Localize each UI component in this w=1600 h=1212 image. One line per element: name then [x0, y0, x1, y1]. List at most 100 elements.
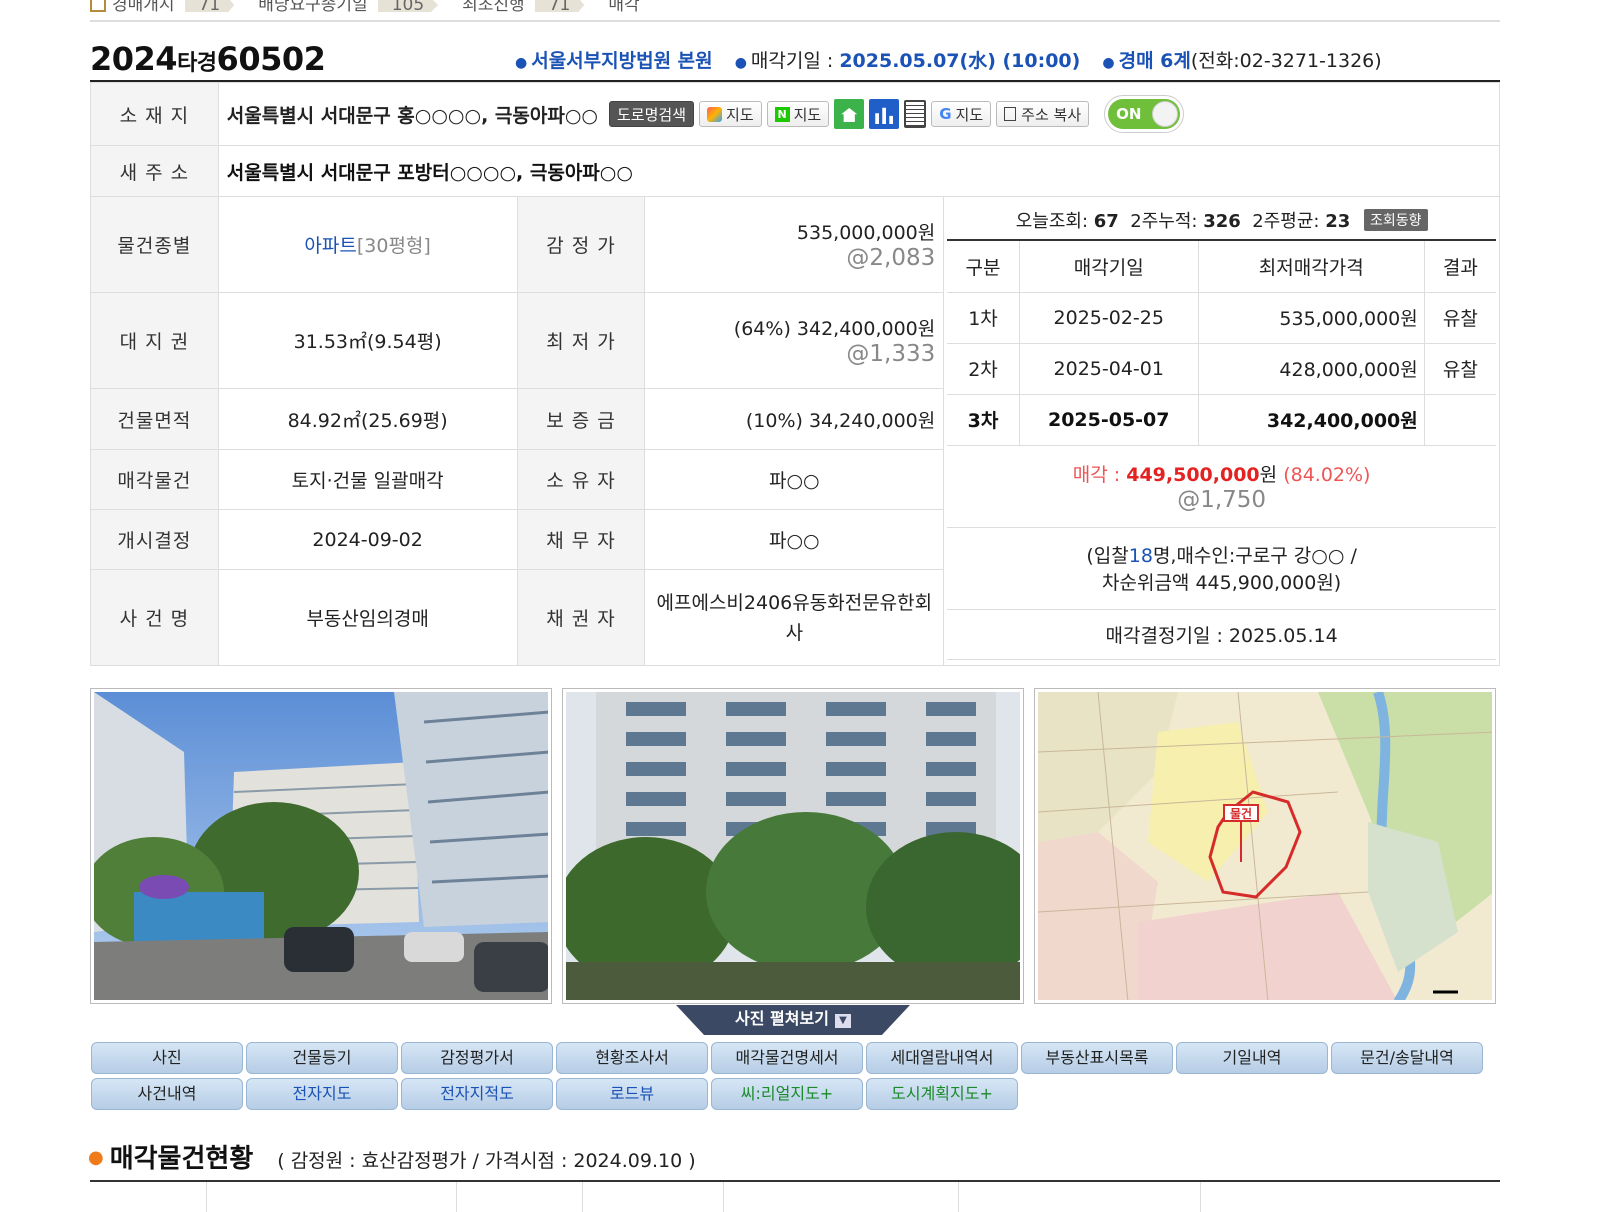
divider	[958, 1182, 959, 1212]
property-photo-1[interactable]	[90, 688, 552, 1004]
expand-photos-button[interactable]: 사진 펼쳐보기 ▼	[676, 1005, 910, 1035]
table-row: 1차 2025-02-25 535,000,000원 유찰	[947, 291, 1496, 344]
rounds-header: 구분 매각기일 최저매각가격 결과	[947, 241, 1496, 293]
appraisal-label: 감 정 가	[516, 196, 646, 293]
location-address: 서울특별시 서대문구 홍○○○○, 극동아파○○	[226, 104, 598, 127]
case-name-label: 사 건 명	[90, 569, 219, 666]
debtor-value: 파○○	[644, 509, 945, 570]
type-value: 아파트[30평형]	[217, 196, 518, 293]
land-value: 31.53㎡(9.54평)	[217, 292, 518, 389]
owner-label: 소 유 자	[516, 449, 646, 510]
table-row: 3차 2025-05-07 342,400,000원	[947, 393, 1496, 446]
bullet-icon: ●	[515, 55, 528, 71]
tab-photos[interactable]: 사진	[91, 1042, 243, 1074]
land-label: 대 지 권	[90, 292, 219, 389]
calculator-icon[interactable]	[904, 100, 927, 128]
location-label: 소 재 지	[90, 82, 219, 146]
tab-documents-delivery[interactable]: 문건/송달내역	[1331, 1042, 1483, 1074]
new-address-label: 새 주 소	[90, 145, 219, 197]
road-name-search-button[interactable]: 도로명검색	[609, 101, 695, 127]
apartment-photo-image	[94, 692, 548, 1000]
apartment-photo-image	[566, 692, 1020, 1000]
tab-case-history[interactable]: 사건내역	[91, 1078, 243, 1110]
home-icon[interactable]	[834, 99, 865, 129]
timeline-days-badge: 71	[534, 0, 585, 12]
timeline-days-badge: 105	[377, 0, 439, 12]
rounds-table: 구분 매각기일 최저매각가격 결과 1차 2025-02-25 535,000,…	[947, 241, 1496, 660]
deposit-label: 보 증 금	[516, 388, 646, 450]
tab-building-registry[interactable]: 건물등기	[246, 1042, 398, 1074]
tab-status-report[interactable]: 현황조사서	[556, 1042, 708, 1074]
bullet-icon: ●	[88, 1147, 104, 1168]
sale-result: 매각 : 449,500,000원 (84.02%) @1,750	[947, 444, 1496, 528]
deposit-value: (10%) 34,240,000원	[644, 388, 945, 450]
map-marker-label: 물건	[1230, 806, 1252, 821]
timeline-step: 최초진행 71	[462, 0, 596, 15]
timeline-step-label: 경매개시	[112, 0, 175, 15]
divider	[206, 1182, 207, 1212]
case-info-table: 소 재 지 서울특별시 서대문구 홍○○○○, 극동아파○○ 도로명검색 지도 …	[90, 82, 1501, 666]
cadastral-map-image: 물건	[1038, 692, 1492, 1000]
tab-electronic-map[interactable]: 전자지도	[246, 1078, 398, 1110]
tab-urban-plan-map[interactable]: 도시계획지도+	[866, 1078, 1018, 1110]
daum-logo-icon	[707, 106, 723, 122]
timeline-step: 경매개시 71	[112, 0, 246, 15]
google-map-button[interactable]: G 지도	[931, 101, 992, 127]
timeline-step-label: 매각	[608, 0, 640, 15]
google-logo-icon: G	[939, 105, 952, 123]
creditor-label: 채 권 자	[516, 569, 646, 666]
building-value: 84.92㎡(25.69평)	[217, 388, 518, 450]
sale-date: 2025.05.07(水) (10:00)	[839, 50, 1081, 72]
view-trend-button[interactable]: 조회동향	[1363, 209, 1428, 231]
progress-timeline: 경매개시 71 배당요구종기일 105 최초진행 71 매각	[90, 0, 1500, 22]
debtor-label: 채 무 자	[516, 509, 646, 570]
tab-schedule-history[interactable]: 기일내역	[1176, 1042, 1328, 1074]
document-icon	[90, 0, 106, 12]
property-photo-2[interactable]	[562, 688, 1024, 1004]
tab-road-view[interactable]: 로드뷰	[556, 1078, 708, 1110]
naver-map-button[interactable]: N 지도	[766, 101, 830, 127]
division-link[interactable]: 경매 6계	[1119, 50, 1191, 72]
tab-property-list[interactable]: 부동산표시목록	[1021, 1042, 1173, 1074]
tab-household-records[interactable]: 세대열람내역서	[866, 1042, 1018, 1074]
timeline-days-badge: 71	[184, 0, 235, 12]
sale-item-label: 매각물건	[90, 449, 219, 510]
tab-sale-specification[interactable]: 매각물건명세서	[711, 1042, 863, 1074]
bar-chart-icon[interactable]	[869, 99, 900, 129]
sale-item-value: 토지·건물 일괄매각	[217, 449, 518, 510]
property-map-thumbnail[interactable]: 물건	[1034, 688, 1496, 1004]
naver-logo-icon: N	[774, 106, 790, 122]
chevron-down-icon: ▼	[834, 1014, 851, 1028]
daum-map-button[interactable]: 지도	[699, 101, 762, 127]
start-label: 개시결정	[90, 509, 219, 570]
timeline-step-label: 배당요구종기일	[258, 0, 368, 15]
divider	[1200, 1182, 1201, 1212]
min-price-label: 최 저 가	[516, 292, 646, 389]
map-toggle[interactable]: ON	[1104, 95, 1185, 133]
divider	[723, 1182, 724, 1212]
timeline-step: 배당요구종기일 105	[258, 0, 450, 15]
case-name-value: 부동산임의경매	[217, 569, 518, 666]
table-row: 2차 2025-04-01 428,000,000원 유찰	[947, 342, 1496, 395]
appraisal-value: 535,000,000원 @2,083	[644, 196, 945, 293]
view-stats: 오늘조회: 67 2주누적: 326 2주평균: 23 조회동향	[947, 197, 1496, 241]
min-price-value: (64%) 342,400,000원 @1,333	[644, 292, 945, 389]
divider	[582, 1182, 583, 1212]
case-meta: ● 서울서부지방법원 본원 ● 매각기일 : 2025.05.07(水) (10:0…	[515, 50, 1382, 72]
timeline-step: 매각	[608, 0, 640, 15]
court-link[interactable]: 서울서부지방법원 본원	[531, 50, 712, 72]
tab-cadastral-map[interactable]: 전자지적도	[401, 1078, 553, 1110]
tab-appraisal-report[interactable]: 감정평가서	[401, 1042, 553, 1074]
copy-address-button[interactable]: 주소 복사	[996, 101, 1090, 127]
start-value: 2024-09-02	[217, 509, 518, 570]
bullet-icon: ●	[734, 55, 747, 71]
section-title: ● 매각물건현황( 감정원 : 효산감정평가 / 가격시점 : 2024.09.1…	[88, 1144, 696, 1174]
divider	[456, 1182, 457, 1212]
sale-history-panel: 오늘조회: 67 2주누적: 326 2주평균: 23 조회동향 구분 매각기일…	[943, 196, 1500, 666]
case-header: 2024타경60502 ● 서울서부지방법원 본원 ● 매각기일 : 2025.05…	[90, 38, 1500, 82]
toggle-knob	[1152, 101, 1179, 127]
division-phone: (전화:02-3271-1326)	[1190, 50, 1382, 72]
decision-date: 매각결정기일 : 2025.05.14	[947, 608, 1496, 660]
tab-real-map[interactable]: 씨:리얼지도+	[711, 1078, 863, 1110]
timeline-step-label: 최초진행	[462, 0, 525, 15]
